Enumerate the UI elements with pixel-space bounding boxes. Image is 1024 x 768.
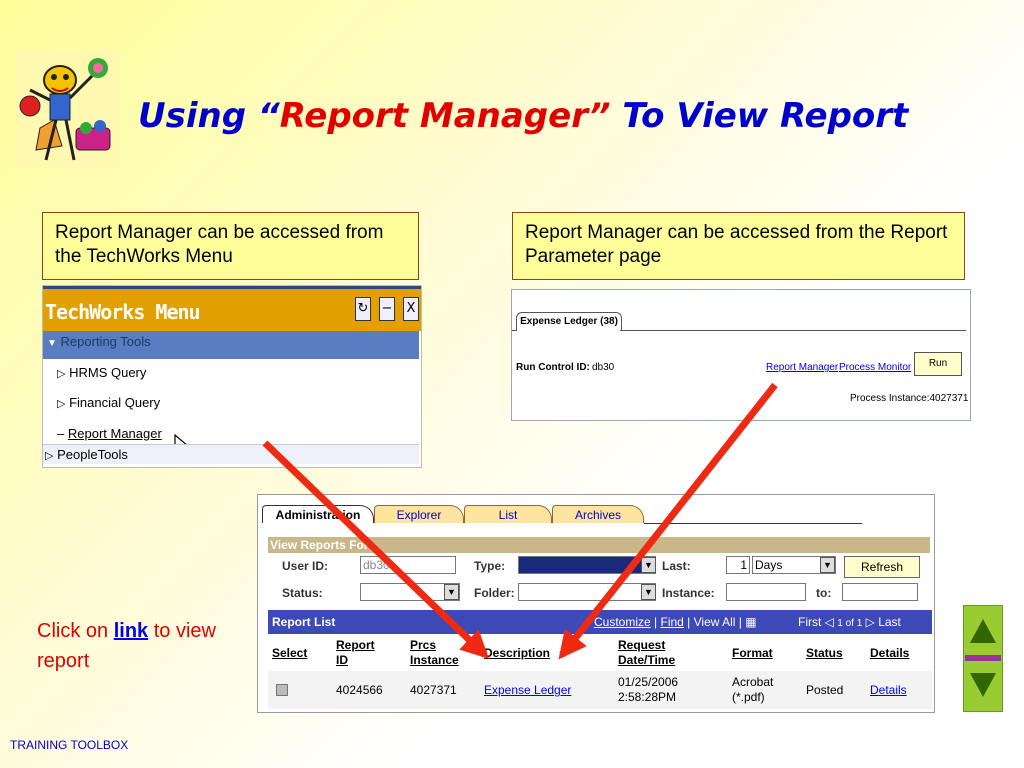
up-arrow-icon[interactable] xyxy=(968,616,998,646)
status-label: Status: xyxy=(282,586,323,600)
refresh-icon[interactable]: ↻ xyxy=(355,297,371,321)
click-link-note: Click on link to view report xyxy=(37,620,216,672)
view-reports-bar: View Reports For xyxy=(268,537,930,553)
type-select[interactable] xyxy=(518,556,656,574)
last-link[interactable]: Last xyxy=(878,615,901,629)
menu-item-report-manager[interactable]: – Report Manager xyxy=(57,426,162,441)
chevron-down-icon[interactable]: ▼ xyxy=(820,557,835,573)
report-manager-window: Administration Explorer List Archives Vi… xyxy=(257,494,935,713)
minimize-icon[interactable]: − xyxy=(379,297,395,321)
triangle-right-icon: ▷ xyxy=(57,368,66,380)
menu-item-financial-query[interactable]: ▷ Financial Query xyxy=(57,395,160,410)
tab-explorer[interactable]: Explorer xyxy=(374,505,464,523)
callout-report-parameter: Report Manager can be accessed from the … xyxy=(512,212,965,280)
folder-select[interactable] xyxy=(518,583,656,601)
run-control-value: db30 xyxy=(592,362,615,373)
menu-reporting-tools[interactable]: ▼ Reporting Tools xyxy=(43,331,419,359)
expense-ledger-link[interactable]: Expense Ledger xyxy=(484,683,571,698)
col-details[interactable]: Details xyxy=(870,646,909,661)
cell-format: Acrobat (*.pdf) xyxy=(732,675,774,704)
refresh-button[interactable]: Refresh xyxy=(844,556,920,578)
cell-report-id: 4024566 xyxy=(336,683,383,697)
process-instance-text: Process Instance:4027371 xyxy=(850,393,969,404)
prev-icon[interactable]: ◁ xyxy=(825,615,834,629)
instance-to-input[interactable] xyxy=(842,583,918,601)
type-label: Type: xyxy=(474,559,506,573)
page-title: Using “Report Manager” To View Report xyxy=(138,96,909,136)
report-manager-link[interactable]: Report Manager xyxy=(766,362,838,373)
col-description[interactable]: Description xyxy=(484,646,550,661)
process-monitor-link[interactable]: Process Monitor xyxy=(839,362,911,373)
techworks-menu-header: TechWorks Menu ↻ − X xyxy=(43,286,421,331)
triangle-down-icon: ▼ xyxy=(47,338,57,349)
run-control-label: Run Control ID: xyxy=(516,362,590,373)
tab-archives[interactable]: Archives xyxy=(552,505,644,523)
col-select[interactable]: Select xyxy=(272,646,307,661)
tab-administration[interactable]: Administration xyxy=(262,505,374,523)
last-label: Last: xyxy=(662,559,691,573)
col-request-datetime[interactable]: Request Date/Time xyxy=(618,638,675,668)
footer-text: TRAINING TOOLBOX xyxy=(10,738,129,752)
chevron-down-icon[interactable]: ▼ xyxy=(444,584,459,600)
first-link[interactable]: First xyxy=(798,615,821,629)
menu-item-hrms-query[interactable]: ▷ HRMS Query xyxy=(57,365,146,380)
col-status[interactable]: Status xyxy=(806,646,843,661)
instance-label: Instance: xyxy=(662,586,715,600)
down-arrow-icon[interactable] xyxy=(968,670,998,700)
triangle-right-icon: ▷ xyxy=(45,450,54,462)
report-list-bar: Report List Customize | Find | View All … xyxy=(268,610,932,634)
report-parameter-page: Expense Ledger (38) Run Control ID: db30… xyxy=(511,289,971,421)
cartoon-clipart xyxy=(16,50,120,168)
last-input[interactable]: 1 xyxy=(726,556,750,574)
menu-peopletools[interactable]: ▷ PeopleTools xyxy=(43,444,419,464)
tab-expense-ledger[interactable]: Expense Ledger (38) xyxy=(516,312,622,331)
cell-status: Posted xyxy=(806,683,844,697)
instance-from-input[interactable] xyxy=(726,583,806,601)
grid-icon[interactable]: ▦ xyxy=(745,615,756,629)
view-all-link[interactable]: View All xyxy=(694,615,736,629)
col-report-id[interactable]: Report ID xyxy=(336,638,375,668)
techworks-menu: TechWorks Menu ↻ − X ▼ Reporting Tools ▷… xyxy=(42,285,422,468)
details-link[interactable]: Details xyxy=(870,683,907,698)
to-label: to: xyxy=(816,586,832,600)
cell-request-datetime: 01/25/2006 2:58:28PM xyxy=(618,675,679,704)
report-list-title: Report List xyxy=(272,615,336,629)
col-prcs-instance[interactable]: Prcs Instance xyxy=(410,638,459,668)
user-id-input[interactable]: db30 xyxy=(360,556,456,574)
slide-navigation xyxy=(963,605,1003,712)
user-id-label: User ID: xyxy=(282,559,329,573)
next-icon[interactable]: ▷ xyxy=(866,615,875,629)
tab-list[interactable]: List xyxy=(464,505,552,523)
techworks-menu-title: TechWorks Menu xyxy=(45,300,201,324)
dash-icon: – xyxy=(57,426,65,441)
pager-count: 1 of 1 xyxy=(837,618,863,629)
customize-link[interactable]: Customize xyxy=(594,615,651,629)
folder-label: Folder: xyxy=(474,586,515,600)
col-format[interactable]: Format xyxy=(732,646,773,661)
chevron-down-icon[interactable]: ▼ xyxy=(641,557,656,573)
triangle-right-icon: ▷ xyxy=(57,398,66,410)
nav-divider xyxy=(965,655,1001,661)
run-button[interactable]: Run xyxy=(914,352,962,376)
select-checkbox[interactable] xyxy=(276,684,288,696)
find-link[interactable]: Find xyxy=(660,615,683,629)
callout-techworks-menu: Report Manager can be accessed from the … xyxy=(42,212,419,280)
close-icon[interactable]: X xyxy=(403,297,419,321)
cell-prcs-instance: 4027371 xyxy=(410,683,457,697)
chevron-down-icon[interactable]: ▼ xyxy=(641,584,656,600)
